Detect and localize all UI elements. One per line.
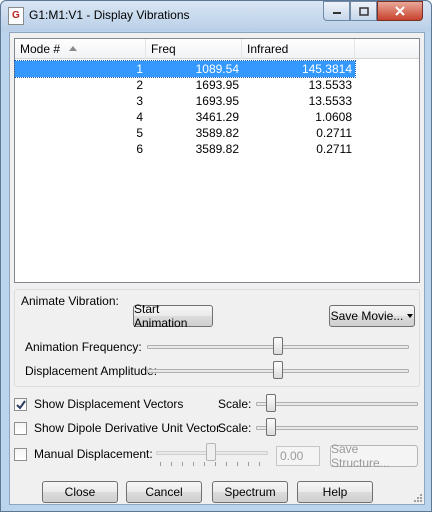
infrared-cell: 145.3814 xyxy=(301,62,352,76)
save-movie-button[interactable]: Save Movie... xyxy=(329,305,415,327)
resize-grip-icon[interactable] xyxy=(413,493,423,503)
checkmark-icon xyxy=(16,400,26,410)
freq-cell: 1693.95 xyxy=(195,94,239,108)
column-infrared-label: Infrared xyxy=(247,42,289,56)
vibrations-list[interactable]: Mode # Freq Infrared 1 1089.54 145.3814 2 16… xyxy=(14,38,420,283)
mode-cell: 2 xyxy=(136,78,143,92)
table-row[interactable]: 2 1693.95 13.5533 xyxy=(15,77,355,93)
column-mode[interactable]: Mode # xyxy=(15,39,146,59)
table-row[interactable]: 3 1693.95 13.5533 xyxy=(15,93,355,109)
save-structure-button[interactable]: Save Structure... xyxy=(330,442,418,470)
dipole-scale-label: Scale: xyxy=(218,421,252,435)
vectors-scale-label: Scale: xyxy=(218,397,252,411)
column-infrared[interactable]: Infrared xyxy=(242,39,355,59)
table-row[interactable]: 6 3589.82 0.2711 xyxy=(15,141,355,157)
table-row[interactable]: 5 3589.82 0.2711 xyxy=(15,125,355,141)
list-header: Mode # Freq Infrared xyxy=(15,39,419,59)
displacement-amplitude-slider[interactable] xyxy=(273,361,283,379)
manual-displacement-slider[interactable] xyxy=(206,443,216,461)
minimize-button[interactable] xyxy=(323,1,350,21)
manual-displacement-ticks xyxy=(160,462,268,467)
manual-displacement-label: Manual Displacement: xyxy=(34,447,153,461)
mode-cell: 3 xyxy=(136,94,143,108)
show-dipole-derivative-checkbox[interactable] xyxy=(14,422,27,435)
freq-cell: 3589.82 xyxy=(195,126,239,140)
manual-displacement-checkbox[interactable] xyxy=(14,448,27,461)
window-title: G1:M1:V1 - Display Vibrations xyxy=(29,8,190,22)
sort-ascending-icon xyxy=(69,46,77,51)
minimize-icon xyxy=(332,12,341,14)
show-dipole-derivative-label: Show Dipole Derivative Unit Vector xyxy=(34,421,221,435)
displacement-amplitude-label: Displacement Amplitude: xyxy=(25,364,158,378)
infrared-cell: 1.0608 xyxy=(315,110,352,124)
start-animation-button[interactable]: Start Animation xyxy=(133,302,213,330)
gaussview-app-icon[interactable] xyxy=(8,7,24,25)
mode-cell: 4 xyxy=(136,110,143,124)
animation-frequency-slider[interactable] xyxy=(273,337,283,355)
table-row[interactable]: 1 1089.54 145.3814 xyxy=(14,60,356,78)
manual-displacement-value[interactable]: 0.00 xyxy=(276,446,320,466)
help-button[interactable]: Help xyxy=(297,481,373,503)
column-freq-label: Freq xyxy=(151,42,176,56)
mode-cell: 5 xyxy=(136,126,143,140)
infrared-cell: 0.2711 xyxy=(316,126,352,140)
infrared-cell: 13.5533 xyxy=(308,94,352,108)
dialog-client-area: Mode # Freq Infrared 1 1089.54 145.3814 2 16… xyxy=(9,32,425,505)
close-icon xyxy=(395,6,405,16)
animate-vibration-label: Animate Vibration: xyxy=(21,294,119,308)
mode-cell: 1 xyxy=(136,62,143,76)
freq-cell: 1693.95 xyxy=(195,78,239,92)
maximize-button[interactable] xyxy=(350,1,377,21)
vectors-scale-slider[interactable] xyxy=(266,394,276,412)
show-displacement-vectors-checkbox[interactable] xyxy=(14,398,27,411)
dropdown-arrow-icon xyxy=(407,314,414,318)
infrared-cell: 0.2711 xyxy=(316,142,352,156)
dipole-scale-track[interactable] xyxy=(256,426,418,430)
save-movie-label: Save Movie... xyxy=(330,309,404,323)
animation-frequency-label: Animation Frequency: xyxy=(25,340,142,354)
table-row[interactable]: 4 3461.29 1.0608 xyxy=(15,109,355,125)
freq-cell: 3589.82 xyxy=(195,142,239,156)
vectors-scale-track[interactable] xyxy=(256,402,418,406)
cancel-button[interactable]: Cancel xyxy=(126,481,202,503)
maximize-icon xyxy=(358,6,369,16)
column-freq[interactable]: Freq xyxy=(146,39,242,59)
freq-cell: 1089.54 xyxy=(195,62,239,76)
infrared-cell: 13.5533 xyxy=(308,78,352,92)
mode-cell: 6 xyxy=(136,142,143,156)
show-displacement-vectors-label: Show Displacement Vectors xyxy=(34,397,184,411)
close-button[interactable]: Close xyxy=(42,481,118,503)
animate-vibration-group: Animate Vibration: Start Animation Save … xyxy=(14,289,420,387)
freq-cell: 3461.29 xyxy=(195,110,239,124)
spectrum-button[interactable]: Spectrum xyxy=(212,481,288,503)
column-mode-label: Mode # xyxy=(20,42,61,56)
display-vibrations-window: G1:M1:V1 - Display Vibrations Mode # Fre… xyxy=(0,0,432,512)
dipole-scale-slider[interactable] xyxy=(266,418,276,436)
close-window-button[interactable] xyxy=(377,1,423,21)
title-bar[interactable]: G1:M1:V1 - Display Vibrations xyxy=(1,1,431,31)
